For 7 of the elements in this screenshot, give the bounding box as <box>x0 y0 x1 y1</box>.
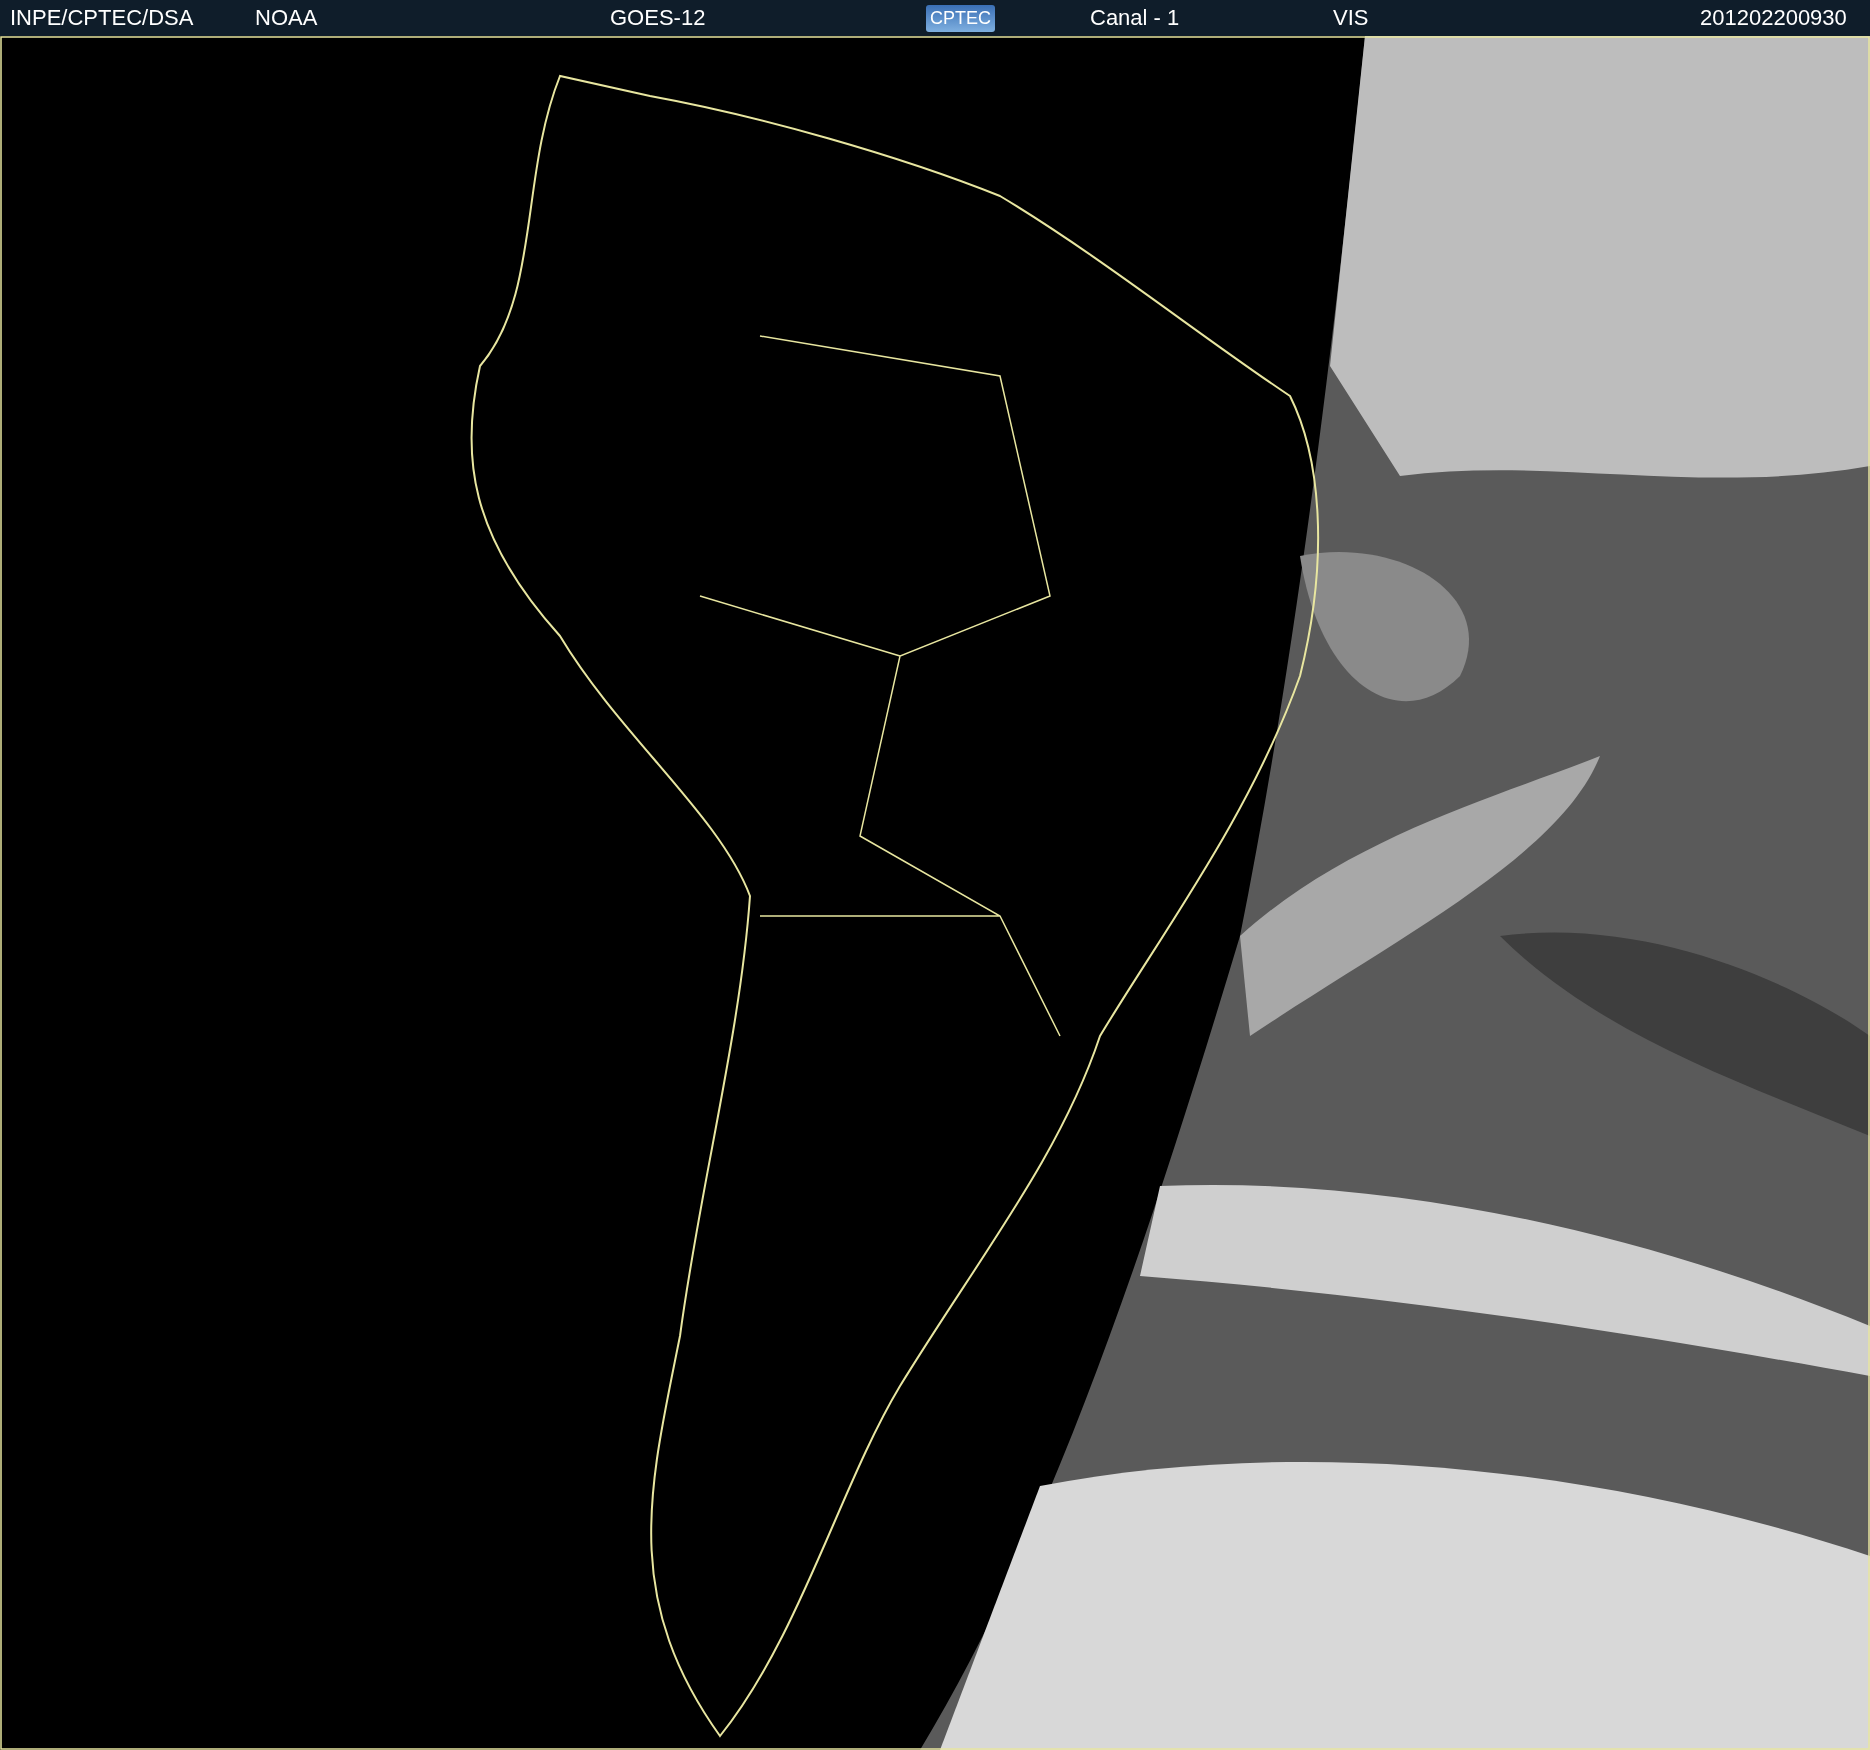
channel-label: Canal - 1 <box>1090 5 1180 31</box>
agency-label: NOAA <box>255 5 318 31</box>
source-label: INPE/CPTEC/DSA <box>10 5 194 31</box>
timestamp-label: 201202200930 <box>1700 5 1847 31</box>
logo: CPTEC <box>926 4 995 32</box>
satellite-label: GOES-12 <box>610 5 706 31</box>
band-label: VIS <box>1333 5 1369 31</box>
